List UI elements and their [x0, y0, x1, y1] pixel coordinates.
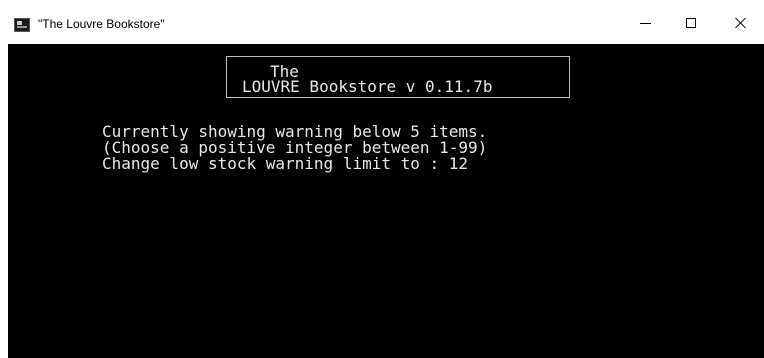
maximize-icon: [686, 18, 696, 28]
banner-version-line: LOUVRE Bookstore v 0.11.7b: [242, 77, 493, 96]
console-output[interactable]: The LOUVRE Bookstore v 0.11.7b Currently…: [8, 44, 764, 358]
app-banner: The LOUVRE Bookstore v 0.11.7b: [226, 56, 570, 98]
close-button[interactable]: [718, 8, 764, 38]
window-title: "The Louvre Bookstore": [38, 17, 165, 31]
console-app-icon[interactable]: [14, 18, 30, 32]
title-bar[interactable]: "The Louvre Bookstore": [0, 0, 764, 44]
close-icon: [735, 17, 747, 29]
limit-prompt-input-line[interactable]: Change low stock warning limit to : 12: [102, 156, 468, 172]
minimize-icon: [639, 22, 651, 24]
maximize-button[interactable]: [668, 8, 714, 38]
console-window: "The Louvre Bookstore" The LOUVRE Bookst…: [0, 0, 764, 358]
minimize-button[interactable]: [622, 8, 668, 38]
